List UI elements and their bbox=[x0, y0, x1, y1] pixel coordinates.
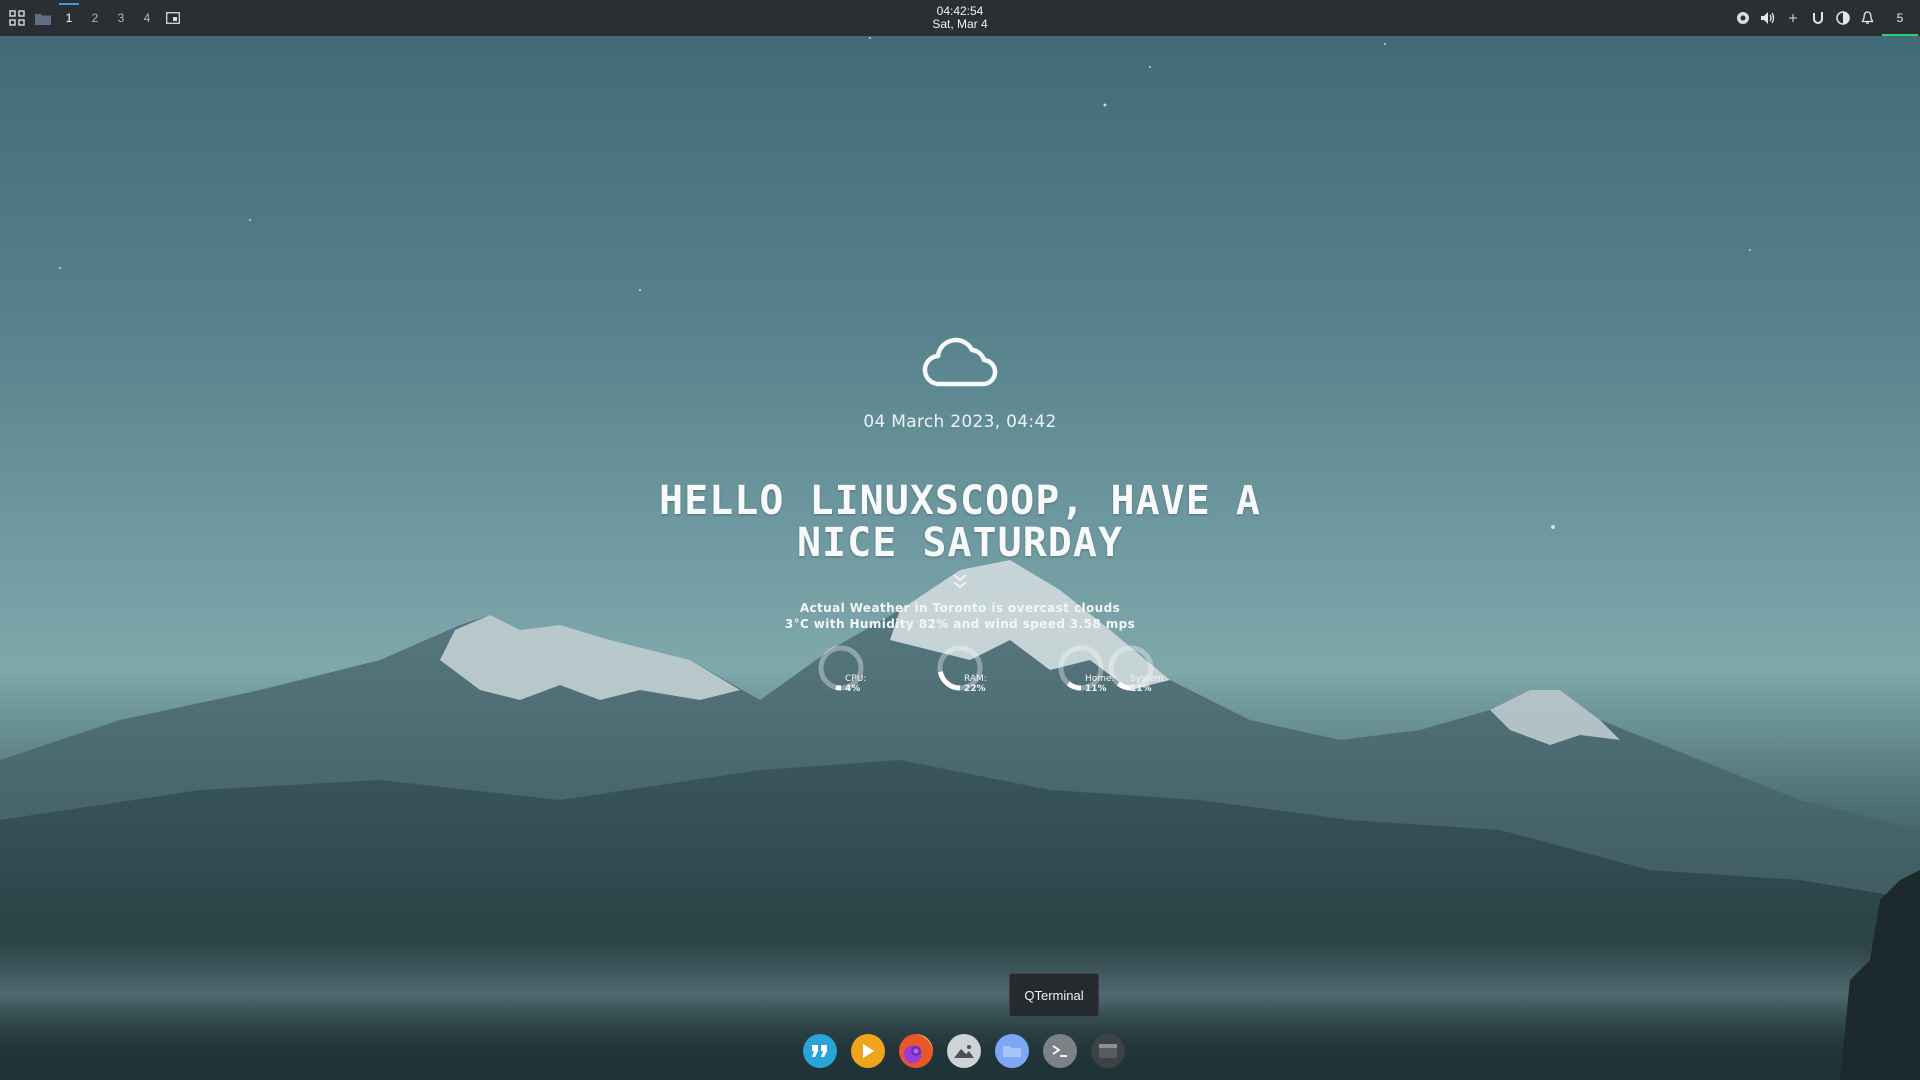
dock-image-viewer[interactable] bbox=[947, 1034, 981, 1068]
notification-count[interactable]: 5 bbox=[1880, 0, 1920, 36]
panel-left: 1 2 3 4 bbox=[0, 0, 186, 36]
cloud-icon bbox=[922, 337, 998, 387]
dock-quote-app[interactable] bbox=[803, 1034, 837, 1068]
workspace-1[interactable]: 1 bbox=[56, 0, 82, 36]
dock-media-player[interactable] bbox=[851, 1034, 885, 1068]
clock-time: 04:42:54 bbox=[936, 4, 984, 18]
clock-date: Sat, Mar 4 bbox=[932, 17, 988, 31]
panel-clock[interactable]: 04:42:54 Sat, Mar 4 bbox=[0, 5, 1920, 31]
workspace-2[interactable]: 2 bbox=[82, 0, 108, 36]
dock-tooltip-label: QTerminal bbox=[1024, 987, 1084, 1003]
image-viewer-icon bbox=[954, 1045, 974, 1058]
plus-icon[interactable] bbox=[1780, 0, 1805, 36]
cpu-gauge-label: CPU: 4% bbox=[845, 674, 866, 694]
bell-icon[interactable] bbox=[1855, 0, 1880, 36]
network-icon[interactable] bbox=[1730, 0, 1755, 36]
folder-app-icon bbox=[1003, 1046, 1021, 1057]
greeting-line-1: HELLO LINUXSCOOP, HAVE A bbox=[659, 478, 1261, 524]
dock-qterminal[interactable] bbox=[1043, 1034, 1077, 1068]
system-tray: 5 bbox=[1730, 0, 1920, 36]
gauge-fill bbox=[835, 684, 842, 691]
workspace-3[interactable]: 3 bbox=[108, 0, 134, 36]
dock-tooltip: QTerminal bbox=[1009, 973, 1099, 1017]
window-icon bbox=[1099, 1044, 1117, 1058]
weather-summary: Actual Weather in Toronto is overcast cl… bbox=[0, 600, 1920, 632]
folder-icon[interactable] bbox=[30, 0, 56, 36]
dock-firefox[interactable] bbox=[899, 1034, 933, 1068]
dock bbox=[796, 1034, 1132, 1074]
terminal-icon bbox=[1052, 1045, 1067, 1057]
app-grid-icon[interactable] bbox=[4, 0, 30, 36]
greeting-line-2: NICE SATURDAY bbox=[796, 520, 1124, 566]
window-overview-icon[interactable] bbox=[160, 0, 186, 36]
dock-file-manager[interactable] bbox=[995, 1034, 1029, 1068]
gauge-fill bbox=[1066, 681, 1082, 691]
widget-datetime: 04 March 2023, 04:42 bbox=[863, 412, 1057, 432]
system-gauge-label: System: 11% bbox=[1130, 674, 1167, 694]
dock-app-drawer[interactable] bbox=[1091, 1034, 1125, 1068]
top-panel: 1 2 3 4 04:42:54 Sat, Mar 4 5 bbox=[0, 0, 1920, 36]
cpu-label: CPU: bbox=[845, 674, 867, 684]
chevron-down-icon[interactable] bbox=[952, 573, 968, 589]
ram-label: RAM: bbox=[964, 674, 987, 684]
volume-icon[interactable] bbox=[1755, 0, 1780, 36]
play-icon bbox=[863, 1044, 874, 1058]
weather-line-2: 3°C with Humidity 82% and wind speed 3.5… bbox=[784, 617, 1136, 631]
workspace-4[interactable]: 4 bbox=[134, 0, 160, 36]
system-label: System: bbox=[1130, 674, 1167, 684]
notification-count-label: 5 bbox=[1896, 11, 1904, 25]
greeting-heading: HELLO LINUXSCOOP, HAVE A NICE SATURDAY bbox=[0, 480, 1920, 564]
weather-line-1: Actual Weather in Toronto is overcast cl… bbox=[799, 601, 1121, 615]
ram-gauge-label: RAM: 22% bbox=[964, 674, 987, 694]
update-icon[interactable] bbox=[1805, 0, 1830, 36]
firefox-icon bbox=[911, 1046, 921, 1056]
cpu-value: 4% bbox=[845, 684, 861, 694]
ram-value: 22% bbox=[964, 684, 986, 694]
gauge-fill bbox=[937, 671, 961, 691]
system-value: 11% bbox=[1130, 684, 1152, 694]
quote-icon bbox=[812, 1045, 827, 1057]
settings-icon[interactable] bbox=[1830, 0, 1855, 36]
